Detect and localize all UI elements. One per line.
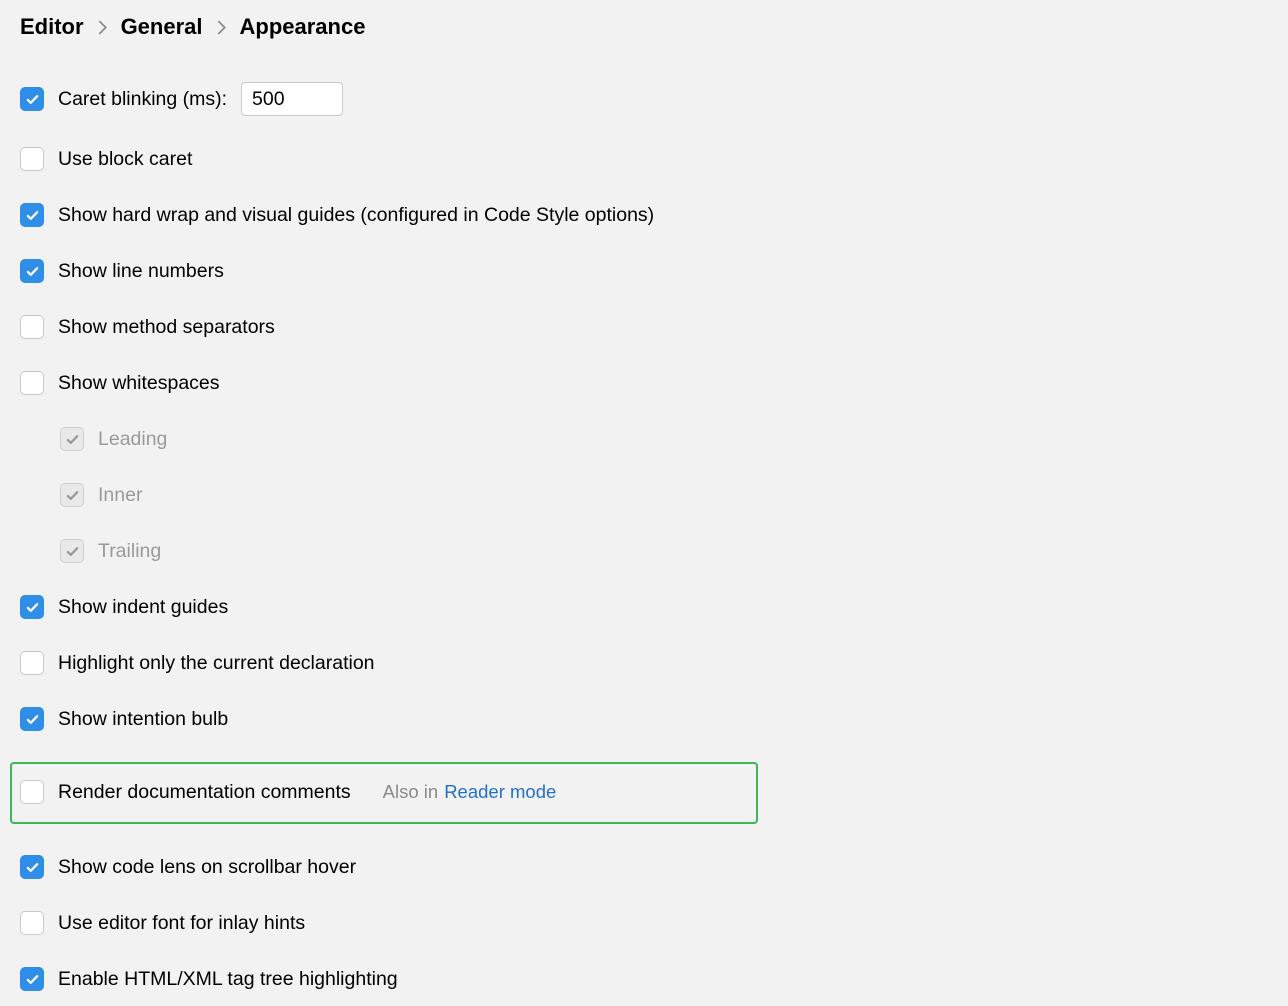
label-ws-trailing: Trailing: [98, 540, 161, 563]
checkbox-show-intention-bulb[interactable]: [20, 707, 44, 731]
label-ws-inner: Inner: [98, 484, 142, 507]
row-highlight-current-decl: Highlight only the current declaration: [20, 650, 1268, 676]
breadcrumb-appearance: Appearance: [240, 14, 366, 40]
label-show-method-separators: Show method separators: [58, 316, 275, 339]
label-show-line-numbers: Show line numbers: [58, 260, 224, 283]
label-highlight-current-decl: Highlight only the current declaration: [58, 652, 375, 675]
checkbox-ws-leading: [60, 427, 84, 451]
row-show-method-separators: Show method separators: [20, 314, 1268, 340]
breadcrumb-general[interactable]: General: [121, 14, 203, 40]
checkbox-show-whitespaces[interactable]: [20, 371, 44, 395]
row-caret-blinking: Caret blinking (ms):: [20, 82, 1268, 116]
label-use-block-caret: Use block caret: [58, 148, 192, 171]
row-show-intention-bulb: Show intention bulb: [20, 706, 1268, 732]
checkbox-ws-inner: [60, 483, 84, 507]
label-ws-leading: Leading: [98, 428, 167, 451]
row-use-editor-font-inlay: Use editor font for inlay hints: [20, 910, 1268, 936]
also-in-text: Also in: [383, 781, 439, 803]
checkbox-show-hard-wrap[interactable]: [20, 203, 44, 227]
checkbox-use-block-caret[interactable]: [20, 147, 44, 171]
checkbox-ws-trailing: [60, 539, 84, 563]
row-render-doc-comments-highlighted: Render documentation comments Also in Re…: [10, 762, 758, 824]
label-show-indent-guides: Show indent guides: [58, 596, 228, 619]
checkbox-show-code-lens[interactable]: [20, 855, 44, 879]
checkbox-show-line-numbers[interactable]: [20, 259, 44, 283]
options-list: Caret blinking (ms): Use block caret Sho…: [20, 82, 1268, 992]
row-show-line-numbers: Show line numbers: [20, 258, 1268, 284]
row-use-block-caret: Use block caret: [20, 146, 1268, 172]
label-show-code-lens: Show code lens on scrollbar hover: [58, 856, 356, 879]
checkbox-render-doc-comments[interactable]: [20, 780, 44, 804]
checkbox-show-indent-guides[interactable]: [20, 595, 44, 619]
breadcrumb-editor[interactable]: Editor: [20, 14, 84, 40]
checkbox-show-method-separators[interactable]: [20, 315, 44, 339]
row-enable-html-xml-tree: Enable HTML/XML tag tree highlighting: [20, 966, 1268, 992]
label-show-whitespaces: Show whitespaces: [58, 372, 220, 395]
label-show-hard-wrap: Show hard wrap and visual guides (config…: [58, 204, 654, 227]
row-ws-leading: Leading: [20, 426, 1268, 452]
row-ws-inner: Inner: [20, 482, 1268, 508]
label-show-intention-bulb: Show intention bulb: [58, 708, 228, 731]
chevron-right-icon: [217, 20, 226, 35]
label-render-doc-comments: Render documentation comments: [58, 781, 351, 804]
label-enable-html-xml-tree: Enable HTML/XML tag tree highlighting: [58, 968, 398, 991]
row-show-code-lens: Show code lens on scrollbar hover: [20, 854, 1268, 880]
label-caret-blinking: Caret blinking (ms):: [58, 88, 227, 111]
input-caret-blinking-ms[interactable]: [241, 82, 343, 116]
link-reader-mode[interactable]: Reader mode: [444, 781, 556, 803]
checkbox-highlight-current-decl[interactable]: [20, 651, 44, 675]
chevron-right-icon: [98, 20, 107, 35]
checkbox-caret-blinking[interactable]: [20, 87, 44, 111]
row-show-indent-guides: Show indent guides: [20, 594, 1268, 620]
checkbox-use-editor-font-inlay[interactable]: [20, 911, 44, 935]
row-show-hard-wrap: Show hard wrap and visual guides (config…: [20, 202, 1268, 228]
row-ws-trailing: Trailing: [20, 538, 1268, 564]
label-use-editor-font-inlay: Use editor font for inlay hints: [58, 912, 305, 935]
checkbox-enable-html-xml-tree[interactable]: [20, 967, 44, 991]
breadcrumb: Editor General Appearance: [20, 14, 1268, 40]
row-show-whitespaces: Show whitespaces: [20, 370, 1268, 396]
